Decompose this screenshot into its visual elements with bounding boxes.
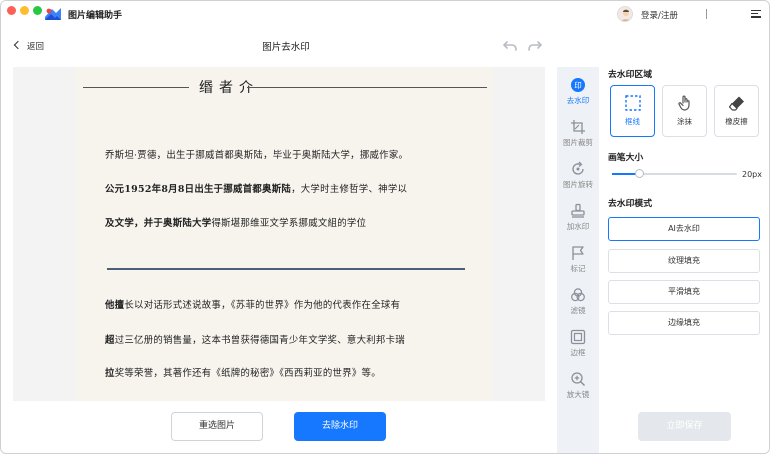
paragraph-line-bold: 他擅 [105, 300, 125, 311]
mode-label: 框线 [625, 117, 640, 126]
section-divider [107, 268, 465, 270]
smooth-fill-option[interactable]: 平滑填充 [608, 280, 760, 304]
brush-section-title: 画笔大小 [608, 153, 644, 163]
paragraph-line-rest: 奖等荣誉，其著作还有《纸牌的秘密》《西西莉亚的世界》等。 [114, 368, 381, 379]
back-button[interactable]: 返回 [13, 40, 45, 52]
redo-icon[interactable] [528, 41, 542, 51]
tool-magnifier[interactable]: 放大镜 [557, 371, 599, 400]
tool-label: 加水印 [566, 222, 590, 231]
crop-icon [571, 120, 585, 134]
paragraph-line-rest: 长以对话形式述说故事，《苏菲的世界》作为他的代表作在全球有 [124, 300, 401, 311]
paragraph-line: 及文学，并于奥斯陆大学得斯堪那维亚文学系挪威文組的学位 [105, 215, 366, 229]
tool-remove-watermark[interactable]: 印 去水印 [557, 77, 599, 106]
remove-watermark-button[interactable]: 去除水印 [294, 412, 386, 441]
brush-size-value: 20px [742, 170, 762, 179]
undo-icon[interactable] [503, 41, 517, 51]
paragraph-line: 他擅长以对话形式述说故事，《苏菲的世界》作为他的代表作在全球有 [105, 297, 400, 311]
rotate-icon [572, 161, 584, 175]
watermark-icon: 印 [571, 78, 585, 92]
back-label: 返回 [27, 42, 45, 52]
mode-label: 涂抹 [677, 117, 692, 126]
hand-icon [677, 95, 690, 111]
brush-size-slider[interactable] [612, 173, 737, 175]
mode-box-select-button[interactable]: 框线 [610, 85, 655, 137]
paragraph-line: 超过三亿册的销售量，这本书曾获得德国青少年文学奖、意大利邦卡瑞 [105, 332, 405, 346]
tool-crop[interactable]: 图片裁剪 [557, 119, 599, 148]
brush-size-handle[interactable] [635, 169, 644, 178]
paragraph-line-rest: ，大学时主修哲学、神学以 [291, 184, 408, 195]
texture-fill-option[interactable]: 纹理填充 [608, 249, 760, 273]
paragraph-line-bold: 公元1952年8月8日出生于挪威首都奥斯陆 [105, 184, 292, 195]
app-window: 图片编辑助手 登录/注册 返回 图片去水印 缗者介 乔斯坦·贾德，出生于挪威首都… [0, 0, 770, 454]
menu-icon[interactable] [751, 10, 761, 18]
settings-panel: 去水印区域 框线 涂抹 橡皮擦 画笔大小 20px 去水印模式 AI去水印 纹理… [601, 59, 769, 453]
ai-removal-option[interactable]: AI去水印 [608, 217, 760, 241]
mode-smear-button[interactable]: 涂抹 [662, 85, 707, 137]
tool-label: 滤镜 [570, 306, 586, 315]
close-window-button[interactable] [7, 6, 16, 15]
stamp-icon [571, 203, 585, 218]
login-divider [706, 9, 710, 19]
heading-rule-left [83, 87, 189, 88]
paragraph-line: 公元1952年8月8日出生于挪威首都奥斯陆，大学时主修哲学、神学以 [105, 181, 407, 195]
select-box-icon [624, 95, 641, 111]
mode-label: 橡皮擦 [725, 117, 748, 126]
tool-label: 放大镜 [566, 390, 590, 399]
tool-add-watermark[interactable]: 加水印 [557, 203, 599, 232]
paragraph-line-bold: 及文学，并于奥斯陆大学 [105, 218, 212, 229]
app-title: 图片编辑助手 [68, 11, 123, 21]
user-icon [621, 9, 631, 21]
paragraph-line: 拉奖等荣誉，其著作还有《纸牌的秘密》《西西莉亚的世界》等。 [105, 365, 381, 379]
area-section-title: 去水印区域 [608, 70, 652, 80]
avatar[interactable] [617, 6, 633, 22]
paragraph-line-rest: 得斯堪那维亚文学系挪威文組的学位 [211, 218, 367, 229]
minimize-window-button[interactable] [20, 6, 29, 15]
login-link[interactable]: 登录/注册 [641, 9, 678, 21]
tool-mark[interactable]: 标记 [557, 245, 599, 274]
tool-label: 边框 [570, 348, 586, 357]
reselect-image-button[interactable]: 重选图片 [171, 412, 263, 441]
tool-rotate[interactable]: 图片旋转 [557, 161, 599, 190]
svg-text:印: 印 [574, 81, 582, 90]
paragraph-line-rest: 过三亿册的销售量，这本书曾获得德国青少年文学奖、意大利邦卡瑞 [114, 335, 405, 346]
page-title: 图片去水印 [262, 42, 310, 53]
paragraph-line-bold: 拉 [105, 368, 115, 379]
tool-frame[interactable]: 边框 [557, 329, 599, 358]
heading-rule-right [247, 87, 487, 88]
paragraph-line: 乔斯坦·贾德，出生于挪威首都奥斯陆，毕业于奥斯陆大学，挪威作家。 [105, 150, 409, 161]
chevron-left-icon [13, 40, 23, 50]
image-canvas[interactable]: 缗者介 乔斯坦·贾德，出生于挪威首都奥斯陆，毕业于奥斯陆大学，挪威作家。 公元1… [13, 67, 545, 401]
save-now-button[interactable]: 立即保存 [638, 412, 731, 441]
toolbar: 返回 图片去水印 [1, 31, 769, 59]
edge-fill-option[interactable]: 边缘填充 [608, 311, 760, 335]
eraser-icon [728, 96, 744, 111]
tool-label: 图片旋转 [563, 180, 593, 189]
app-logo-icon [45, 8, 61, 20]
frame-icon [570, 329, 586, 345]
filter-icon [571, 288, 585, 302]
tool-strip: 印 去水印 图片裁剪 图片旋转 加水印 标记 滤镜 边框 放大镜 [557, 67, 599, 453]
title-bar: 图片编辑助手 登录/注册 [1, 1, 769, 29]
document-image: 缗者介 乔斯坦·贾德，出生于挪威首都奥斯陆，毕业于奥斯陆大学，挪威作家。 公元1… [75, 67, 493, 401]
tool-label: 图片裁剪 [563, 138, 593, 147]
mode-eraser-button[interactable]: 橡皮擦 [714, 85, 759, 137]
maximize-window-button[interactable] [33, 6, 42, 15]
flag-icon [572, 246, 584, 260]
tool-filter[interactable]: 滤镜 [557, 287, 599, 316]
paragraph-line-bold: 超 [105, 335, 115, 346]
tool-label: 标记 [570, 264, 586, 273]
zoom-icon [571, 372, 586, 387]
tool-label: 去水印 [566, 96, 590, 105]
mode-section-title: 去水印模式 [608, 199, 652, 209]
